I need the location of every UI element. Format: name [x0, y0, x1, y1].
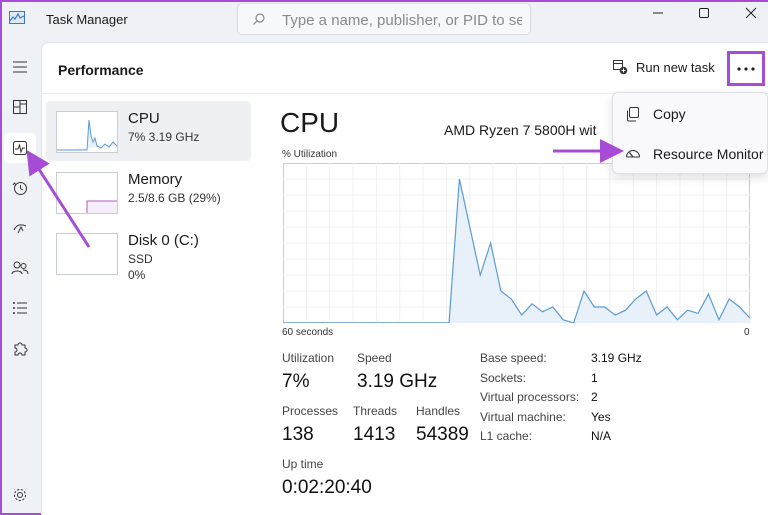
- maximize-icon: [699, 8, 709, 18]
- x-axis-left-label: 60 seconds: [282, 327, 334, 338]
- processes-label: Processes: [282, 404, 339, 418]
- nav-app-history[interactable]: [4, 173, 36, 203]
- cpu-thumbnail: [56, 111, 118, 153]
- spec-label: Sockets:: [480, 371, 527, 385]
- performance-icon: [13, 141, 27, 155]
- device-name: Disk 0 (C:): [128, 232, 199, 249]
- gear-icon: [14, 489, 26, 501]
- detail-title: CPU: [280, 107, 340, 138]
- task-manager-app-icon: [9, 11, 25, 24]
- disk-thumbnail: [56, 233, 118, 275]
- more-icon: [737, 66, 755, 71]
- processes-value: 138: [282, 424, 314, 445]
- handles-label: Handles: [416, 404, 461, 418]
- device-cpu[interactable]: CPU 7% 3.19 GHz: [46, 101, 251, 161]
- cpu-mini-graph: [57, 119, 118, 151]
- device-name: CPU: [128, 110, 160, 127]
- processes-icon: [13, 100, 27, 114]
- handles-value: 54389: [416, 424, 469, 445]
- uptime-label: Up time: [282, 457, 324, 471]
- services-icon: [14, 342, 28, 356]
- speed-value: 3.19 GHz: [357, 371, 438, 392]
- spec-label: L1 cache:: [480, 429, 533, 443]
- title-bar: Task Manager: [0, 0, 768, 42]
- spec-label: Base speed:: [480, 351, 547, 365]
- menu-item-label: Resource Monitor: [653, 146, 764, 162]
- utilization-value: 7%: [282, 371, 310, 392]
- details-icon: [13, 302, 27, 314]
- menu-item-resource-monitor[interactable]: Resource Monitor: [613, 137, 768, 171]
- x-axis-right-label: 0: [744, 327, 750, 338]
- spec-label: Virtual machine:: [480, 410, 566, 424]
- nav-details[interactable]: [4, 293, 36, 323]
- spec-value: Yes: [591, 410, 611, 424]
- hamburger-menu-button[interactable]: [4, 52, 36, 82]
- device-name: Memory: [128, 171, 183, 188]
- spec-value: 2: [591, 390, 598, 404]
- device-disk[interactable]: Disk 0 (C:) SSD 0%: [46, 223, 251, 283]
- run-new-task-button[interactable]: Run new task: [612, 59, 715, 75]
- threads-value: 1413: [353, 424, 396, 445]
- users-icon: [11, 261, 29, 275]
- more-options-button[interactable]: [727, 51, 765, 86]
- memory-mini-graph: [86, 200, 117, 213]
- search-icon: [253, 13, 265, 25]
- spec-label: Virtual processors:: [480, 390, 580, 404]
- close-button[interactable]: [731, 4, 768, 22]
- maximize-button[interactable]: [684, 4, 724, 22]
- close-icon: [745, 7, 757, 19]
- search-input[interactable]: [282, 10, 522, 30]
- minimize-button[interactable]: [638, 4, 678, 22]
- nav-services[interactable]: [4, 334, 36, 364]
- menu-item-copy[interactable]: Copy: [613, 97, 768, 131]
- device-memory[interactable]: Memory 2.5/8.6 GB (29%): [46, 162, 251, 222]
- menu-item-label: Copy: [653, 106, 686, 122]
- copy-icon: [625, 106, 641, 122]
- cpu-model: AMD Ryzen 7 5800H wit: [444, 122, 597, 138]
- utilization-axis-label: % Utilization: [282, 149, 338, 160]
- nav-users[interactable]: [4, 253, 36, 283]
- device-subtitle: 7% 3.19 GHz: [128, 130, 200, 144]
- nav-performance[interactable]: [4, 133, 36, 163]
- startup-icon: [13, 224, 27, 234]
- utilization-label: Utilization: [282, 351, 335, 365]
- nav-settings[interactable]: [4, 480, 36, 510]
- search-box[interactable]: [237, 3, 531, 35]
- device-subtitle: 2.5/8.6 GB (29%): [128, 191, 221, 205]
- memory-thumbnail: [56, 172, 118, 214]
- more-options-menu: Copy Resource Monitor: [612, 92, 768, 174]
- spec-value: 3.19 GHz: [591, 351, 642, 365]
- run-new-task-icon: [613, 60, 628, 75]
- cpu-utilization-graph: [283, 163, 750, 323]
- hamburger-icon: [13, 61, 27, 73]
- device-subtitle: SSD: [128, 252, 153, 266]
- nav-startup-apps[interactable]: [4, 213, 36, 243]
- app-title: Task Manager: [46, 12, 128, 27]
- graph-grid: [283, 163, 750, 323]
- navigation-rail: [2, 42, 40, 513]
- threads-label: Threads: [353, 404, 398, 418]
- uptime-value: 0:02:20:40: [282, 477, 372, 498]
- nav-processes[interactable]: [4, 92, 36, 122]
- device-usage: 0%: [128, 268, 146, 282]
- page-title: Performance: [58, 62, 144, 78]
- speed-label: Speed: [357, 351, 392, 365]
- spec-value: N/A: [591, 429, 612, 443]
- run-new-task-label: Run new task: [636, 59, 715, 75]
- history-icon: [12, 182, 27, 195]
- spec-value: 1: [591, 371, 598, 385]
- minimize-icon: [653, 12, 663, 14]
- resource-monitor-icon: [625, 146, 641, 162]
